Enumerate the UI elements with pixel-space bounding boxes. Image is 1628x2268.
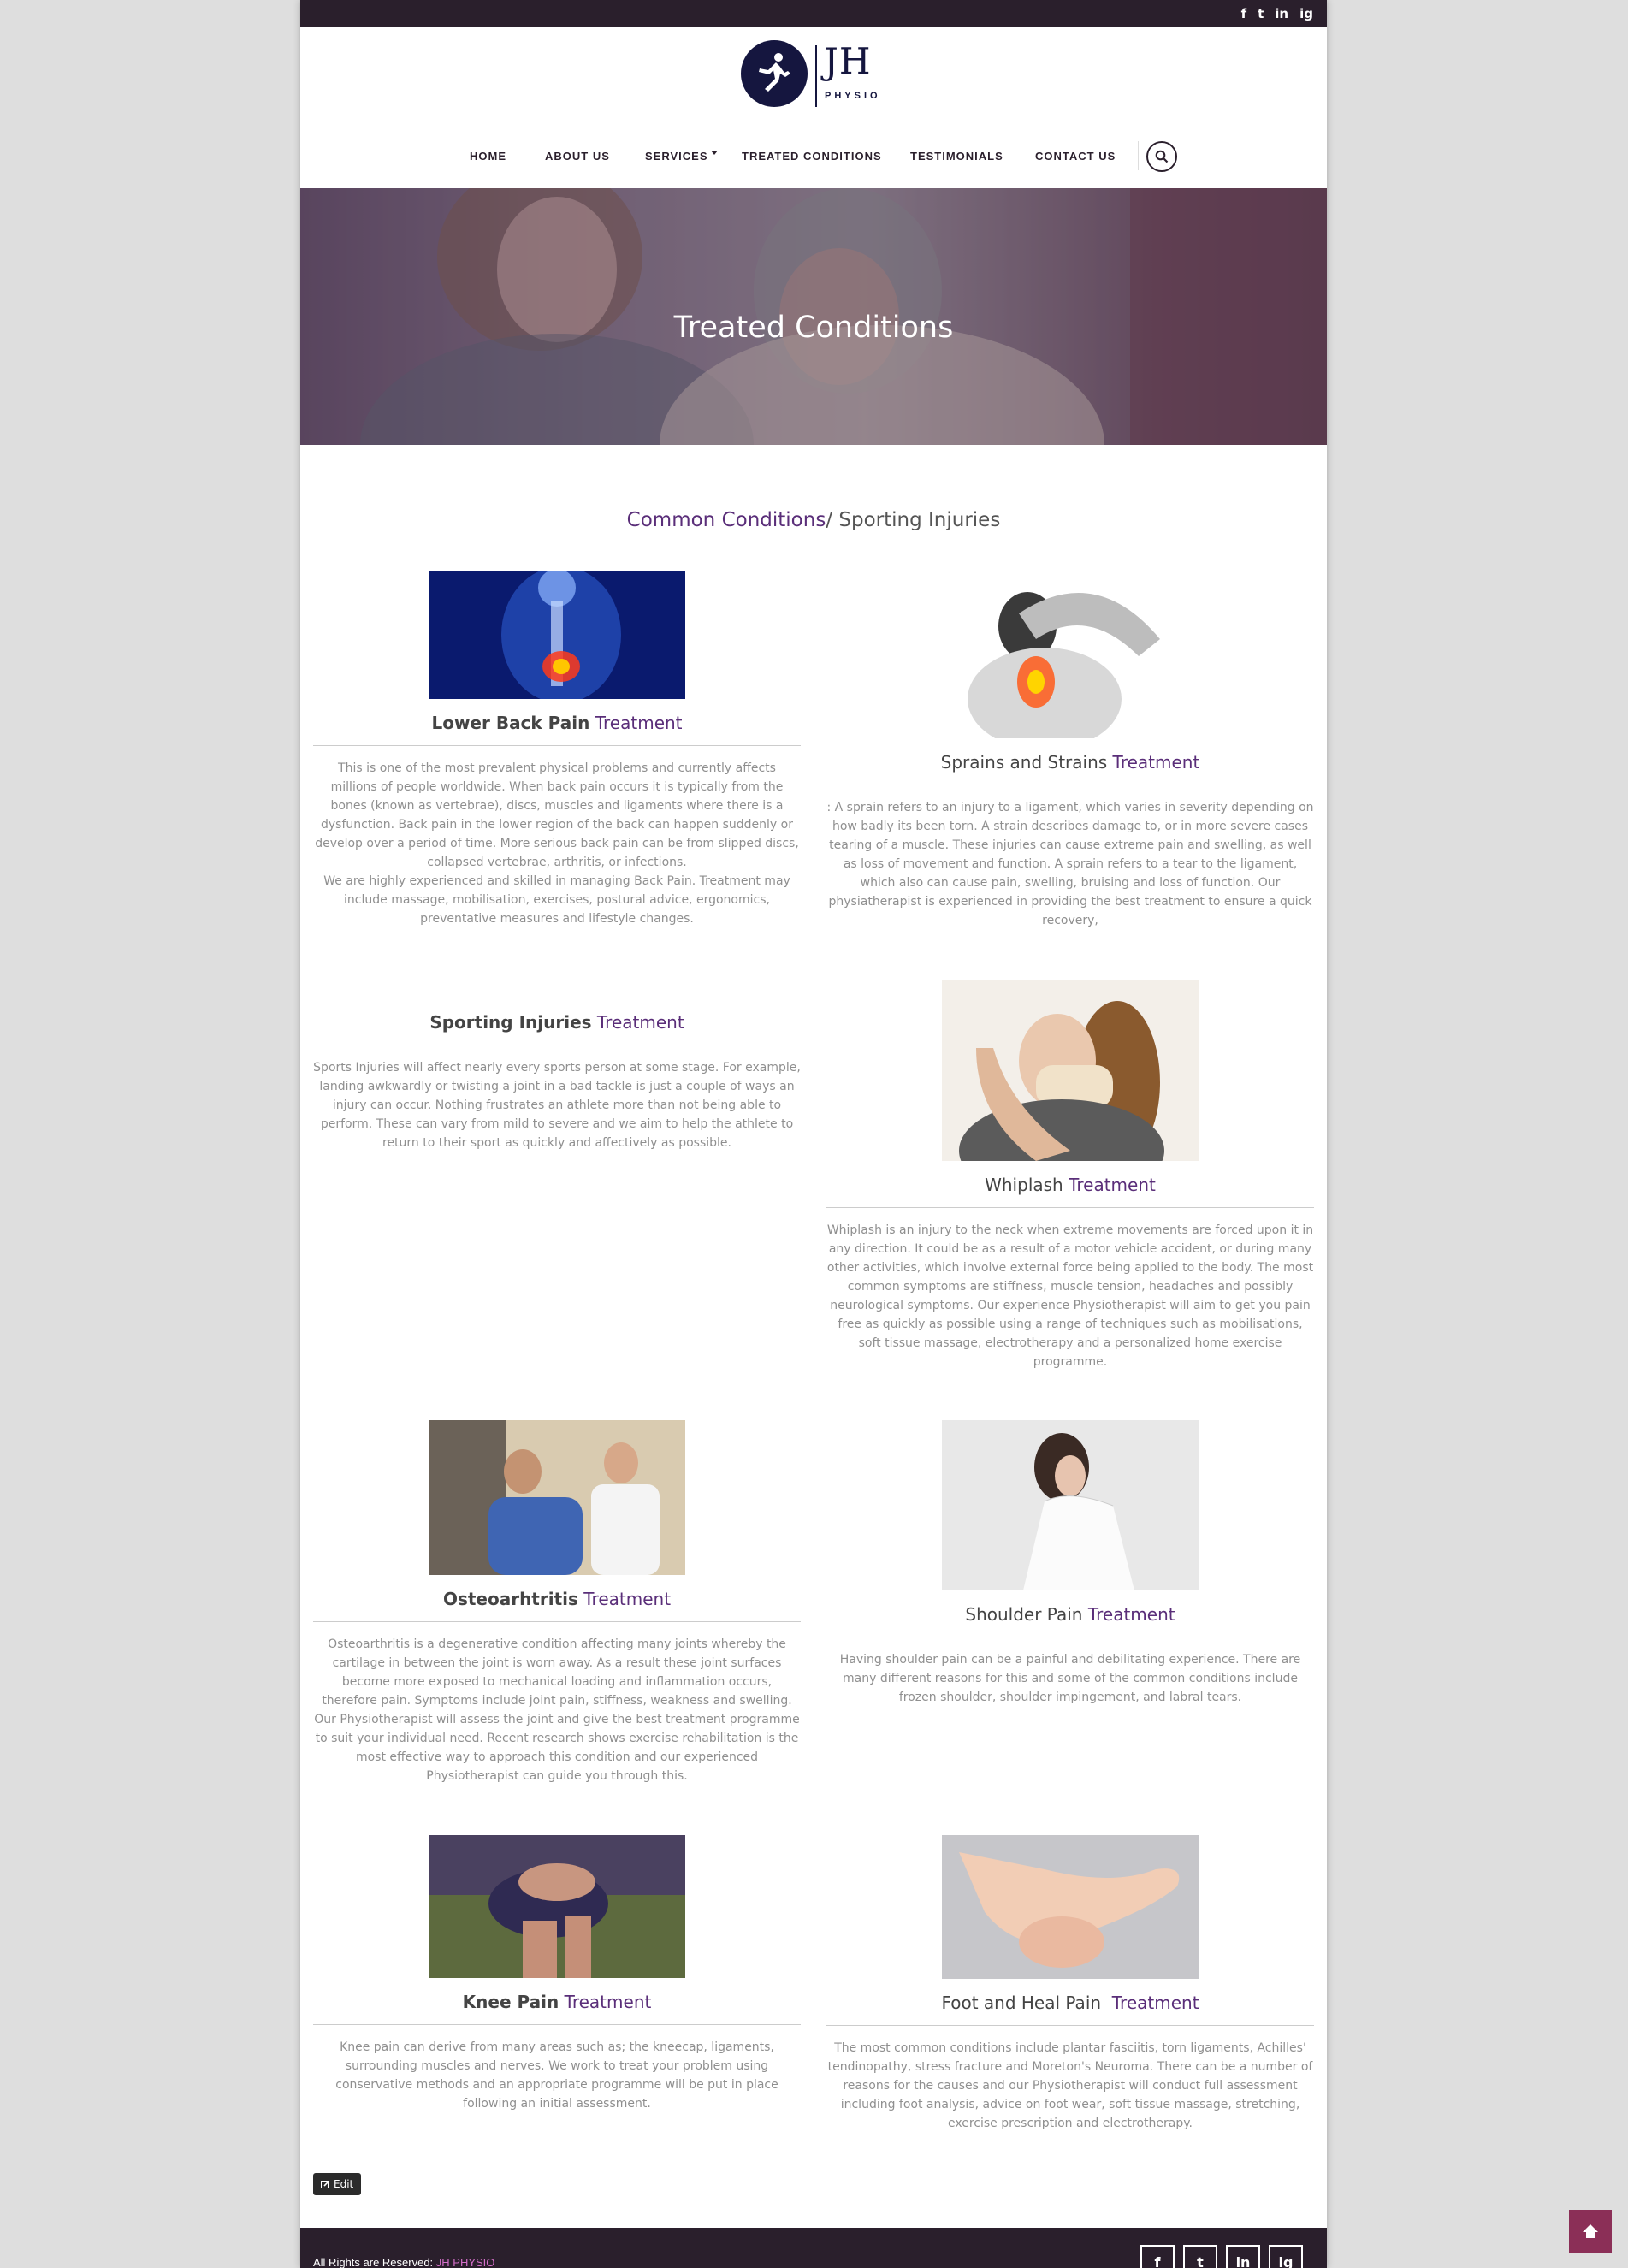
treatment-label: Treatment [1112,752,1200,773]
foot-heal-pain-image [942,1835,1199,1979]
edit-button[interactable]: Edit [313,2173,362,2195]
twitter-icon[interactable]: t [1183,2245,1217,2268]
footer-social-links: f t in ig [1140,2245,1303,2268]
nav-home[interactable]: HOME [470,150,506,163]
condition-title: Knee Pain Treatment [313,1992,801,2012]
whiplash-image [942,980,1199,1161]
runner-logo-icon [741,40,808,107]
condition-card-osteoarthritis: Osteoarhtritis Treatment Osteoarthritis … [313,1420,801,1785]
edit-icon [321,2180,330,2188]
condition-name: Shoulder Pain [965,1604,1083,1625]
section-heading: Common Conditions/ Sporting Injuries [300,509,1327,531]
condition-description: This is one of the most prevalent physic… [315,761,799,869]
condition-name: Knee Pain [462,1992,559,2012]
divider [313,745,801,746]
condition-description: Whiplash is an injury to the neck when e… [826,1223,1314,1369]
sprains-strains-image [942,571,1199,738]
lower-back-pain-image [429,571,685,699]
condition-card-lower-back-pain: Lower Back Pain Treatment This is one of… [313,571,801,928]
treatment-label: Treatment [1069,1175,1156,1195]
treatment-label: Treatment [595,713,683,733]
top-bar: f t in ig [300,0,1327,27]
top-social-links: f t in ig [1241,0,1313,27]
page-title: Treated Conditions [673,311,954,345]
nav-services-label: SERVICES [645,150,708,163]
condition-card-sprains-strains: Sprains and Strains Treatment : A sprain… [826,571,1314,930]
condition-description: : A sprain refers to an injury to a liga… [826,801,1314,927]
logo-jh-text: JH [824,40,872,82]
section-heading-rest: / Sporting Injuries [826,509,1001,531]
facebook-icon[interactable]: f [1140,2245,1175,2268]
osteoarthritis-image [429,1420,685,1575]
condition-title: Sporting Injuries Treatment [313,1012,801,1033]
treatment-label: Treatment [583,1589,672,1609]
nav-testimonials[interactable]: TESTIMONIALS [910,150,1003,163]
page: f t in ig JH PHYSIO HOME ABOUT US SERVIC… [300,0,1327,2268]
knee-pain-image [429,1835,685,1978]
main-nav: HOME ABOUT US SERVICES TREATED CONDITION… [300,137,1327,175]
edit-label: Edit [334,2178,354,2190]
section-heading-accent: Common Conditions [626,509,826,531]
chevron-down-icon [710,151,718,155]
condition-card-sporting-injuries: Sporting Injuries Treatment Sports Injur… [313,1012,801,1152]
logo-physio-text: PHYSIO [825,91,881,101]
divider [313,1621,801,1622]
treatment-label: Treatment [1111,1993,1199,2013]
footer: All Rights are Reserved: JH PHYSIO f t i… [300,2228,1327,2268]
condition-description: Sports Injuries will affect nearly every… [313,1061,801,1150]
nav-about[interactable]: ABOUT US [545,150,610,163]
copyright: All Rights are Reserved: JH PHYSIO [313,2256,494,2268]
divider [826,1207,1314,1208]
condition-name: Osteoarhtritis [442,1589,578,1609]
divider [826,2025,1314,2026]
linkedin-icon[interactable]: in [1275,7,1288,21]
treatment-label: Treatment [564,1992,652,2012]
treatment-label: Treatment [1087,1604,1175,1625]
condition-name: Foot and Heal Pain [941,1993,1102,2013]
condition-description: Knee pain can derive from many areas suc… [335,2040,778,2111]
nav-contact[interactable]: CONTACT US [1035,150,1116,163]
logo-divider [815,45,817,107]
condition-title: Osteoarhtritis Treatment [313,1589,801,1609]
site-logo[interactable]: JH PHYSIO [741,38,886,107]
search-button[interactable] [1146,141,1177,172]
condition-title: Lower Back Pain Treatment [313,713,801,733]
condition-card-knee-pain: Knee Pain Treatment Knee pain can derive… [313,1835,801,2113]
condition-description: Osteoarthritis is a degenerative conditi… [314,1637,800,1783]
scroll-to-top-button[interactable] [1569,2210,1612,2253]
facebook-icon[interactable]: f [1241,7,1247,21]
hero-banner: Treated Conditions [300,188,1327,445]
instagram-icon[interactable]: ig [1269,2245,1303,2268]
nav-divider [1138,141,1139,170]
condition-description: Having shoulder pain can be a painful an… [839,1653,1301,1704]
shoulder-pain-image [942,1420,1199,1590]
condition-name: Sprains and Strains [940,752,1108,773]
arrow-up-icon [1583,2224,1598,2238]
condition-card-shoulder-pain: Shoulder Pain Treatment Having shoulder … [826,1420,1314,1707]
nav-treated-conditions[interactable]: TREATED CONDITIONS [742,150,882,163]
copyright-brand-link[interactable]: JH PHYSIO [436,2256,495,2268]
condition-description: The most common conditions include plant… [827,2041,1313,2130]
copyright-text: All Rights are Reserved: [313,2256,436,2268]
condition-description-2: We are highly experienced and skilled in… [323,874,790,926]
divider [313,2024,801,2025]
condition-name: Lower Back Pain [431,713,590,733]
condition-title: Whiplash Treatment [826,1175,1314,1195]
search-icon [1155,150,1169,163]
condition-card-foot-heal-pain: Foot and Heal Pain Treatment The most co… [826,1835,1314,2133]
condition-card-whiplash: Whiplash Treatment Whiplash is an injury… [826,980,1314,1371]
instagram-icon[interactable]: ig [1299,7,1313,21]
twitter-icon[interactable]: t [1258,7,1264,21]
nav-services[interactable]: SERVICES [645,150,718,163]
condition-title: Foot and Heal Pain Treatment [826,1993,1314,2013]
condition-name: Sporting Injuries [429,1012,592,1033]
condition-title: Shoulder Pain Treatment [826,1604,1314,1625]
condition-name: Whiplash [985,1175,1063,1195]
condition-title: Sprains and Strains Treatment [826,752,1314,773]
linkedin-icon[interactable]: in [1226,2245,1260,2268]
treatment-label: Treatment [596,1012,684,1033]
